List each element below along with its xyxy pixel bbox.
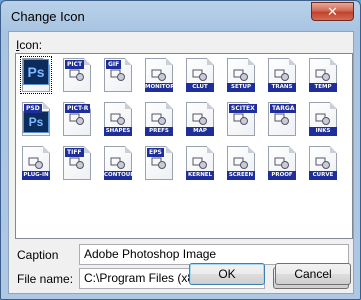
curve-file-icon[interactable]: CURVE xyxy=(309,146,337,180)
file-type-band: MAP xyxy=(186,127,214,136)
pict-file-icon[interactable]: PICT xyxy=(63,58,91,92)
setup-file-icon[interactable]: SETUP xyxy=(227,58,255,92)
file-type-tag: TARGA xyxy=(270,104,297,113)
file-type-band: INKS xyxy=(309,127,337,136)
file-glyph-icon xyxy=(233,113,248,125)
tiff-file-icon[interactable]: TIFF xyxy=(63,146,91,180)
file-type-band: PLUG-IN xyxy=(22,171,50,180)
file-glyph-icon xyxy=(151,113,166,125)
file-glyph-icon xyxy=(315,113,330,125)
file-type-band: CONTOUR xyxy=(104,171,132,180)
file-glyph-icon xyxy=(69,157,84,169)
file-type-tag: EPS xyxy=(147,148,164,157)
file-glyph-icon xyxy=(151,69,166,81)
horizontal-scrollbar[interactable]: ◀ ||| ▶ xyxy=(23,238,353,239)
file-type-tag: GIF xyxy=(106,60,122,69)
kernel-file-icon[interactable]: KERNEL xyxy=(186,146,214,180)
file-glyph-icon xyxy=(110,113,125,125)
file-type-band: SHAPES xyxy=(104,127,132,136)
targa-file-icon[interactable]: TARGA xyxy=(268,102,297,136)
file-glyph-icon xyxy=(233,69,248,81)
file-glyph-icon xyxy=(69,69,84,81)
file-type-band: SCREEN xyxy=(227,171,255,180)
file-glyph-icon xyxy=(28,157,43,169)
icon-list-label: Icon: xyxy=(16,38,42,52)
pict-r-file-icon[interactable]: PICT-R xyxy=(63,102,91,136)
file-glyph-icon xyxy=(192,113,207,125)
file-glyph-icon xyxy=(274,69,289,81)
file-glyph-icon xyxy=(69,113,84,125)
file-glyph-icon xyxy=(274,157,289,169)
file-glyph-icon xyxy=(233,157,248,169)
file-glyph-icon xyxy=(192,69,207,81)
file-glyph-icon xyxy=(110,69,125,81)
file-type-band: PREFS xyxy=(145,127,173,136)
psd-file-icon[interactable]: Ps PSD xyxy=(22,102,50,136)
photoshop-logo-icon: Ps xyxy=(23,59,49,85)
clut-file-icon[interactable]: CLUT xyxy=(186,58,214,92)
inks-file-icon[interactable]: INKS xyxy=(309,102,337,136)
file-glyph-icon xyxy=(315,69,330,81)
file-type-band: MONITOR xyxy=(145,83,173,92)
plug-in-file-icon[interactable]: PLUG-IN xyxy=(22,146,50,180)
trans-file-icon[interactable]: TRANS xyxy=(268,58,296,92)
temp-file-icon[interactable]: TEMP xyxy=(309,58,337,92)
photoshop-logo-icon: Ps xyxy=(23,111,49,133)
photoshop-app-icon[interactable]: Ps xyxy=(20,56,52,94)
dialog-client-area: Icon: ◀ ||| ▶ Ps PICT GIF MONITOR CLUT SETUP T… xyxy=(8,31,354,294)
file-type-band: KERNEL xyxy=(186,171,214,180)
file-type-tag: TIFF xyxy=(65,148,84,157)
ok-button[interactable]: OK xyxy=(189,263,265,285)
file-type-band: SETUP xyxy=(227,83,255,92)
file-glyph-icon xyxy=(110,157,125,169)
close-button[interactable]: ✕ xyxy=(311,2,354,21)
file-glyph-icon xyxy=(192,157,207,169)
file-glyph-icon xyxy=(274,113,289,125)
file-name-label: File name: xyxy=(17,272,74,286)
contour-file-icon[interactable]: CONTOUR xyxy=(104,146,132,180)
file-glyph-icon xyxy=(151,157,166,169)
file-type-band: TRANS xyxy=(268,83,296,92)
icon-label-rest: con: xyxy=(19,38,43,52)
prefs-file-icon[interactable]: PREFS xyxy=(145,102,173,136)
cancel-button[interactable]: Cancel xyxy=(275,263,351,285)
caption-input[interactable]: Adobe Photoshop Image xyxy=(79,244,349,265)
proof-file-icon[interactable]: PROOF xyxy=(268,146,296,180)
file-type-band: TEMP xyxy=(309,83,337,92)
file-glyph-icon xyxy=(315,157,330,169)
caption-label: Caption xyxy=(17,248,59,262)
scitex-file-icon[interactable]: SCITEX xyxy=(227,102,257,136)
shapes-file-icon[interactable]: SHAPES xyxy=(104,102,132,136)
map-file-icon[interactable]: MAP xyxy=(186,102,214,136)
window-title: Change Icon xyxy=(11,9,85,24)
file-type-tag: PICT xyxy=(65,60,85,69)
gif-file-icon[interactable]: GIF xyxy=(104,58,132,92)
file-type-tag: PSD xyxy=(24,104,42,113)
monitor-file-icon[interactable]: MONITOR xyxy=(145,58,173,92)
change-icon-dialog: Change Icon ✕ Icon: ◀ ||| ▶ Ps PICT GIF MON… xyxy=(0,0,361,300)
file-type-tag: PICT-R xyxy=(65,104,91,113)
file-type-band: PROOF xyxy=(268,171,296,180)
close-icon: ✕ xyxy=(327,4,338,19)
eps-file-icon[interactable]: EPS xyxy=(145,146,173,180)
screen-file-icon[interactable]: SCREEN xyxy=(227,146,255,180)
title-bar[interactable]: Change Icon ✕ xyxy=(1,1,360,31)
icon-list[interactable]: ◀ ||| ▶ Ps PICT GIF MONITOR CLUT SETUP TRANS TE… xyxy=(15,53,353,239)
file-type-tag: SCITEX xyxy=(229,104,257,113)
file-type-band: CURVE xyxy=(309,171,337,180)
file-type-band: CLUT xyxy=(186,83,214,92)
